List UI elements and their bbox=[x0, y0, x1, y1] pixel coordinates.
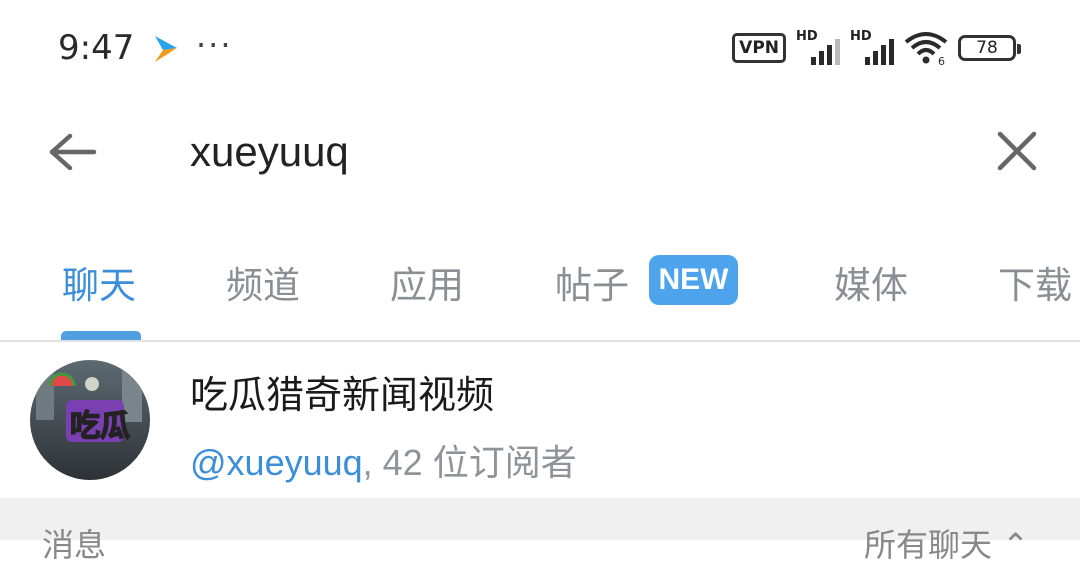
clear-search-icon[interactable] bbox=[994, 128, 1040, 174]
tab-downloads[interactable]: 下载 bbox=[998, 255, 1072, 309]
wifi-icon: 6 bbox=[904, 32, 948, 66]
status-time: 9:47 bbox=[58, 28, 135, 68]
new-badge: NEW bbox=[649, 255, 738, 305]
battery-icon: 78 bbox=[958, 35, 1021, 61]
svg-text:6: 6 bbox=[938, 55, 945, 66]
subscriber-count: , 42 位订阅者 bbox=[362, 442, 577, 483]
app-notification-icon bbox=[155, 36, 177, 62]
active-tab-indicator bbox=[61, 331, 141, 340]
tab-channels[interactable]: 频道 bbox=[226, 255, 300, 309]
vpn-icon: VPN bbox=[732, 33, 786, 63]
tabs-divider bbox=[0, 340, 1080, 342]
all-chats-filter[interactable]: 所有聊天 ⌃ bbox=[864, 520, 1029, 566]
back-arrow-icon[interactable] bbox=[44, 128, 100, 176]
more-notifications-icon: ··· bbox=[196, 26, 233, 64]
channel-logo-image: 吃瓜 bbox=[30, 360, 150, 480]
svg-text:吃瓜: 吃瓜 bbox=[70, 409, 130, 444]
channel-handle[interactable]: @xueyuuq bbox=[190, 442, 363, 483]
tab-media[interactable]: 媒体 bbox=[834, 255, 908, 309]
tab-apps[interactable]: 应用 bbox=[390, 255, 464, 309]
result-subtitle: @xueyuuq, 42 位订阅者 bbox=[190, 434, 577, 486]
avatar[interactable]: 吃瓜 bbox=[30, 360, 150, 480]
status-icons: VPN HD HD 6 78 bbox=[732, 29, 1021, 66]
signal-2-icon: HD bbox=[850, 29, 894, 65]
signal-1-icon: HD bbox=[796, 29, 840, 65]
tab-chats[interactable]: 聊天 bbox=[62, 255, 136, 309]
tab-posts[interactable]: 帖子 bbox=[555, 255, 629, 309]
messages-section-label: 消息 bbox=[42, 526, 107, 564]
search-tabs: 聊天 频道 应用 帖子 媒体 下载 bbox=[0, 255, 1080, 315]
result-title[interactable]: 吃瓜猎奇新闻视频 bbox=[190, 364, 494, 419]
search-input[interactable]: xueyuuq bbox=[190, 128, 349, 176]
